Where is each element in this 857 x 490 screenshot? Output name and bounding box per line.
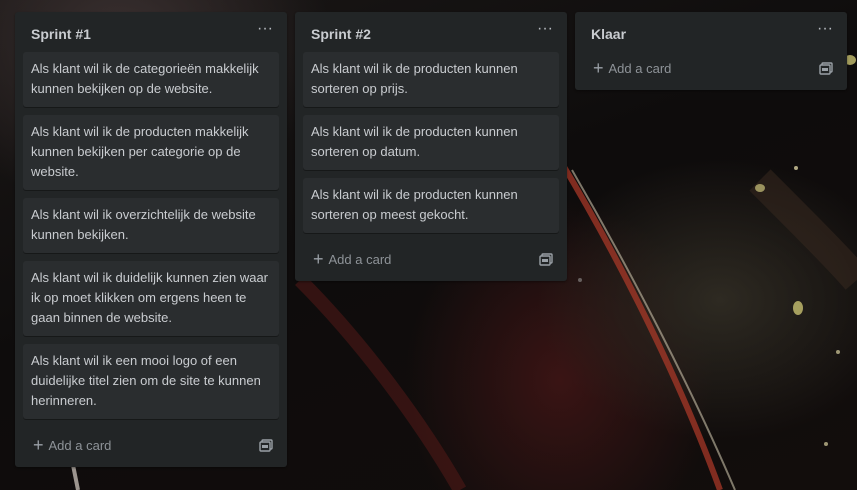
list-title[interactable]: Klaar [591,26,626,42]
list-klaar: Klaar ··· + Add a card [575,12,847,90]
card[interactable]: Als klant wil ik een mooi logo of een du… [23,344,279,419]
plus-icon: + [313,249,324,269]
list-sprint-2: Sprint #2 ··· Als klant wil ik de produc… [295,12,567,281]
list-title[interactable]: Sprint #2 [311,26,371,42]
list-title[interactable]: Sprint #1 [31,26,91,42]
list-footer: + Add a card [295,241,567,281]
card[interactable]: Als klant wil ik de producten makkelijk … [23,115,279,190]
list-sprint-1: Sprint #1 ··· Als klant wil ik de catego… [15,12,287,467]
plus-icon: + [593,58,604,78]
card-list: Als klant wil ik de categorieën makkelij… [15,52,287,419]
list-header: Klaar ··· [575,12,847,52]
ellipsis-icon[interactable]: ··· [817,20,833,38]
card-template-icon[interactable] [819,62,833,80]
add-card-label: Add a card [328,251,392,267]
card-template-icon[interactable] [259,439,273,457]
add-card-button[interactable]: + Add a card [33,436,111,454]
add-card-button[interactable]: + Add a card [593,59,671,77]
ellipsis-icon[interactable]: ··· [257,20,273,38]
card[interactable]: Als klant wil ik de producten kunnen sor… [303,52,559,107]
ellipsis-icon[interactable]: ··· [537,20,553,38]
card[interactable]: Als klant wil ik overzichtelijk de websi… [23,198,279,253]
list-header: Sprint #1 ··· [15,12,287,52]
card-list: Als klant wil ik de producten kunnen sor… [295,52,567,233]
list-footer: + Add a card [575,50,847,88]
card[interactable]: Als klant wil ik duidelijk kunnen zien w… [23,261,279,336]
card[interactable]: Als klant wil ik de categorieën makkelij… [23,52,279,107]
list-footer: + Add a card [15,427,287,467]
add-card-label: Add a card [608,60,672,76]
card[interactable]: Als klant wil ik de producten kunnen sor… [303,115,559,170]
add-card-label: Add a card [48,437,112,453]
card[interactable]: Als klant wil ik de producten kunnen sor… [303,178,559,233]
list-header: Sprint #2 ··· [295,12,567,52]
plus-icon: + [33,435,44,455]
card-template-icon[interactable] [539,253,553,271]
add-card-button[interactable]: + Add a card [313,250,391,268]
